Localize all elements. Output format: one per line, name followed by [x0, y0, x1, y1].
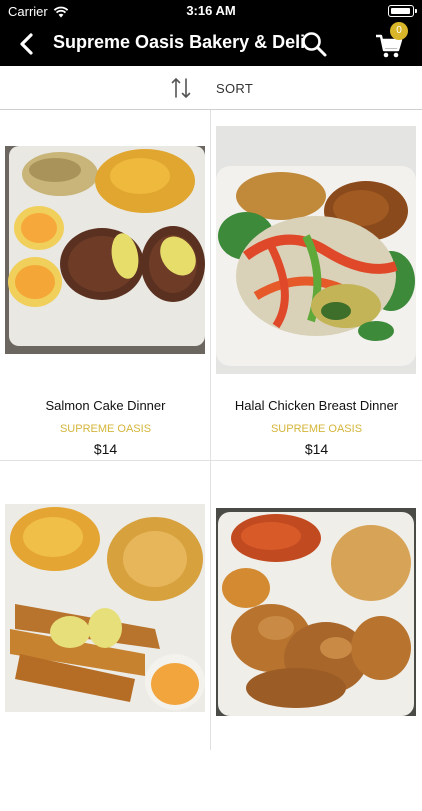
sort-bar[interactable]: SORT: [0, 66, 422, 110]
cart-count-badge: 0: [390, 22, 408, 40]
battery-icon: [388, 5, 417, 17]
product-vendor: SUPREME OASIS: [270, 423, 363, 435]
product-card[interactable]: [211, 461, 422, 811]
product-card[interactable]: [0, 461, 211, 811]
sort-icon[interactable]: [170, 76, 192, 100]
sort-label[interactable]: SORT: [216, 81, 253, 96]
product-card[interactable]: Salmon Cake Dinner SUPREME OASIS $14: [0, 110, 211, 460]
product-name[interactable]: Halal Chicken Breast Dinner: [211, 398, 422, 413]
product-image[interactable]: [5, 504, 205, 712]
back-arrow-icon[interactable]: [14, 30, 40, 58]
product-vendor: SUPREME OASIS: [59, 423, 152, 435]
product-grid: Salmon Cake Dinner SUPREME OASIS $14 Hal…: [0, 110, 422, 750]
product-image[interactable]: [5, 146, 205, 354]
product-image[interactable]: [216, 508, 416, 716]
product-card[interactable]: Halal Chicken Breast Dinner SUPREME OASI…: [211, 110, 422, 460]
product-name[interactable]: Salmon Cake Dinner: [0, 398, 211, 413]
search-icon[interactable]: [300, 30, 328, 58]
status-bar: Carrier 3:16 AM: [0, 0, 422, 22]
product-image[interactable]: [216, 126, 416, 374]
product-price: $14: [93, 441, 118, 457]
nav-bar: Supreme Oasis Bakery & Deli 0: [0, 22, 422, 66]
clock: 3:16 AM: [186, 3, 236, 18]
product-price: $14: [304, 441, 329, 457]
page-title: Supreme Oasis Bakery & Deli: [53, 32, 306, 52]
